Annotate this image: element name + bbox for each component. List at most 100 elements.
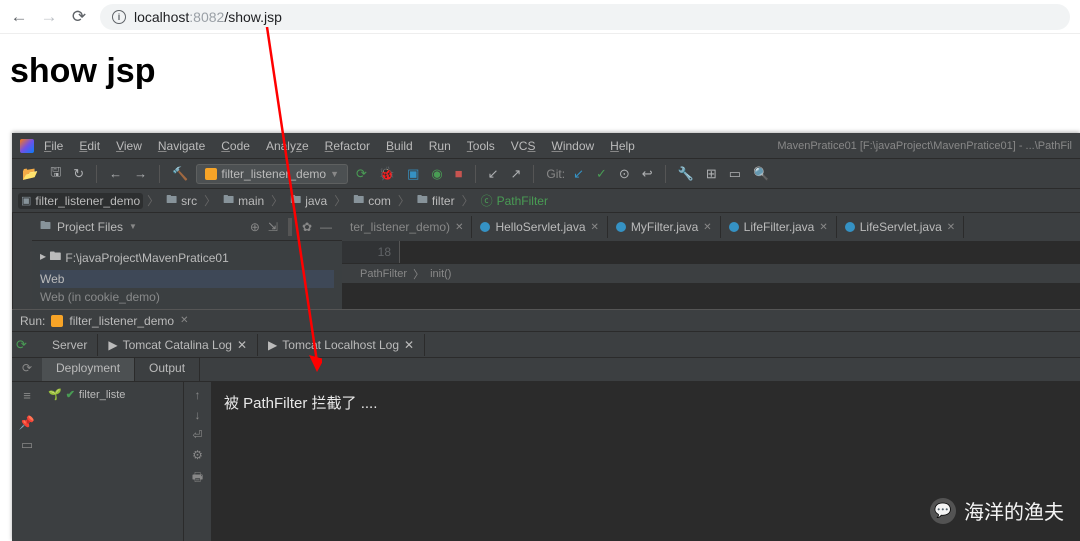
sync-icon[interactable]: ↻ xyxy=(69,164,88,184)
deploy-item[interactable]: 🌱✔filter_liste xyxy=(48,386,177,403)
undo-icon[interactable]: ← xyxy=(105,164,126,183)
tree-row-web[interactable]: Web xyxy=(40,270,334,288)
editor-tab[interactable]: HelloServlet.java✕ xyxy=(472,216,607,238)
settings-icon[interactable]: 🔧 xyxy=(674,164,698,184)
screen-icon[interactable]: ▭ xyxy=(725,164,745,184)
down-icon[interactable]: ↓ xyxy=(195,408,201,422)
run-config-dropdown[interactable]: filter_listener_demo ▼ xyxy=(196,164,348,184)
java-class-icon xyxy=(845,222,855,232)
watermark-text: 海洋的渔夫 xyxy=(964,496,1064,525)
crumb-com[interactable]: 🖿com xyxy=(350,190,394,211)
run-gutter-mid: ↑ ↓ ⏎ ⚙ 🖶 xyxy=(184,382,212,541)
crumb-filter[interactable]: 🖿filter xyxy=(414,190,458,211)
editor-tab[interactable]: ter_listener_demo)✕ xyxy=(342,216,472,238)
reload-button[interactable]: ⟳ xyxy=(70,7,88,27)
run-config-label: filter_listener_demo xyxy=(221,167,326,181)
menu-tools[interactable]: Tools xyxy=(461,137,501,155)
debug-icon[interactable]: 🐞 xyxy=(375,164,399,184)
layout-icon[interactable]: ▭ xyxy=(21,437,33,453)
run-icon[interactable]: ⟳ xyxy=(352,164,371,184)
crumb-class[interactable]: ⓒPathFilter xyxy=(478,191,551,210)
editor-tab[interactable]: LifeFilter.java✕ xyxy=(721,216,837,238)
menu-vcs[interactable]: VCS xyxy=(505,137,542,155)
git-push-icon[interactable]: ✓ xyxy=(592,164,611,184)
menu-window[interactable]: Window xyxy=(545,137,600,155)
print-icon[interactable]: 🖶 xyxy=(192,468,203,489)
menu-help[interactable]: Help xyxy=(604,137,641,155)
back-button[interactable]: ← xyxy=(10,7,28,27)
project-tree[interactable]: ▸ 🖿F:\javaProject\MavenPratice01 Web Web… xyxy=(32,241,342,310)
close-icon[interactable]: ✕ xyxy=(180,315,188,326)
crumb-main[interactable]: 🖿main xyxy=(220,190,267,211)
up-icon[interactable]: ↑ xyxy=(195,388,201,402)
expand-icon[interactable]: ⊕ xyxy=(248,218,262,236)
wrap-icon[interactable]: ⏎ xyxy=(192,428,202,442)
save-icon[interactable]: 🖫 xyxy=(46,161,65,187)
stop-icon[interactable]: ■ xyxy=(451,164,467,183)
menu-run[interactable]: Run xyxy=(423,137,457,155)
subtab-deployment[interactable]: Deployment xyxy=(42,358,135,381)
close-icon[interactable]: ✕ xyxy=(819,222,827,233)
gear-icon[interactable]: ✿ xyxy=(300,218,314,236)
git-branch-icon[interactable]: ↙ xyxy=(569,164,588,184)
menu-view[interactable]: View xyxy=(110,137,148,155)
crumb-project[interactable]: ▣filter_listener_demo xyxy=(18,193,143,209)
menu-navigate[interactable]: Navigate xyxy=(152,137,211,155)
hammer-icon[interactable]: 🔨 xyxy=(168,164,192,184)
open-icon[interactable]: 📂 xyxy=(18,164,42,184)
tree-row[interactable]: ▸ 🖿F:\javaProject\MavenPratice01 xyxy=(40,245,334,270)
collapse-icon[interactable]: ⇲ xyxy=(266,218,280,236)
forward-button[interactable]: → xyxy=(40,7,58,27)
rerun-reload-icon[interactable]: ⟳ xyxy=(12,358,42,381)
editor-gutter: 18 xyxy=(342,241,400,263)
run-subtabs: ⟳ Deployment Output xyxy=(12,358,1080,382)
run-tab-localhost[interactable]: ▶Tomcat Localhost Log✕ xyxy=(258,334,425,356)
run-config-tab[interactable]: filter_listener_demo xyxy=(69,314,174,328)
close-icon[interactable]: ✕ xyxy=(404,338,414,352)
hide-icon[interactable]: — xyxy=(318,218,334,236)
pin-icon[interactable]: 📌 xyxy=(19,415,35,431)
subtab-output[interactable]: Output xyxy=(135,358,200,381)
close-icon[interactable]: ✕ xyxy=(591,222,599,233)
run-tab-catalina[interactable]: ▶Tomcat Catalina Log✕ xyxy=(98,334,258,356)
profile-icon[interactable]: ◉ xyxy=(427,164,446,184)
tomcat-icon xyxy=(205,168,217,180)
redo-icon[interactable]: → xyxy=(130,164,151,183)
editor-tab[interactable]: LifeServlet.java✕ xyxy=(837,216,964,238)
menu-analyze[interactable]: Analyze xyxy=(260,137,315,155)
coverage-icon[interactable]: ▣ xyxy=(403,164,423,184)
close-icon[interactable]: ✕ xyxy=(947,222,955,233)
menu-build[interactable]: Build xyxy=(380,137,419,155)
menu-file[interactable]: File xyxy=(38,137,69,155)
vcs-commit-icon[interactable]: ↗ xyxy=(507,164,526,184)
editor-tabs: ter_listener_demo)✕ HelloServlet.java✕ M… xyxy=(342,213,1080,241)
java-class-icon xyxy=(616,222,626,232)
editor-line[interactable] xyxy=(400,241,1080,263)
close-icon[interactable]: ✕ xyxy=(455,222,463,233)
structure-icon[interactable]: ⊞ xyxy=(702,164,721,184)
close-icon[interactable]: ✕ xyxy=(703,222,711,233)
crumb-src[interactable]: 🖿src xyxy=(163,190,200,211)
run-tab-server[interactable]: Server xyxy=(42,334,98,356)
settings-icon[interactable]: ⚙ xyxy=(192,448,203,462)
search-icon[interactable]: 🔍 xyxy=(749,164,773,184)
vcs-update-icon[interactable]: ↙ xyxy=(484,164,503,184)
git-history-icon[interactable]: ⊙ xyxy=(615,164,634,184)
menu-code[interactable]: Code xyxy=(215,137,256,155)
run-gutter-left: ≡ 📌 ▭ xyxy=(12,382,42,541)
close-icon[interactable]: ✕ xyxy=(237,338,247,352)
ide-breadcrumb: ▣filter_listener_demo 〉 🖿src 〉 🖿main 〉 🖿… xyxy=(12,189,1080,213)
run-tool-window: Run: filter_listener_demo ✕ ⟳ Server ▶To… xyxy=(12,309,1080,541)
rerun-icon[interactable]: ⟳ xyxy=(12,335,42,355)
chevron-down-icon[interactable]: ▼ xyxy=(129,222,137,231)
stop-icon[interactable]: ≡ xyxy=(23,388,31,403)
git-revert-icon[interactable]: ↩ xyxy=(638,164,657,184)
menu-edit[interactable]: Edit xyxy=(73,137,106,155)
site-info-icon[interactable]: i xyxy=(112,10,126,24)
crumb-java[interactable]: 🖿java xyxy=(287,190,330,211)
address-bar[interactable]: i localhost:8082/show.jsp xyxy=(100,4,1070,30)
panel-title: Project Files xyxy=(57,220,123,234)
menu-refactor[interactable]: Refactor xyxy=(319,137,376,155)
editor-tab[interactable]: MyFilter.java✕ xyxy=(608,216,721,238)
tree-row[interactable]: Web (in cookie_demo) xyxy=(40,288,334,306)
